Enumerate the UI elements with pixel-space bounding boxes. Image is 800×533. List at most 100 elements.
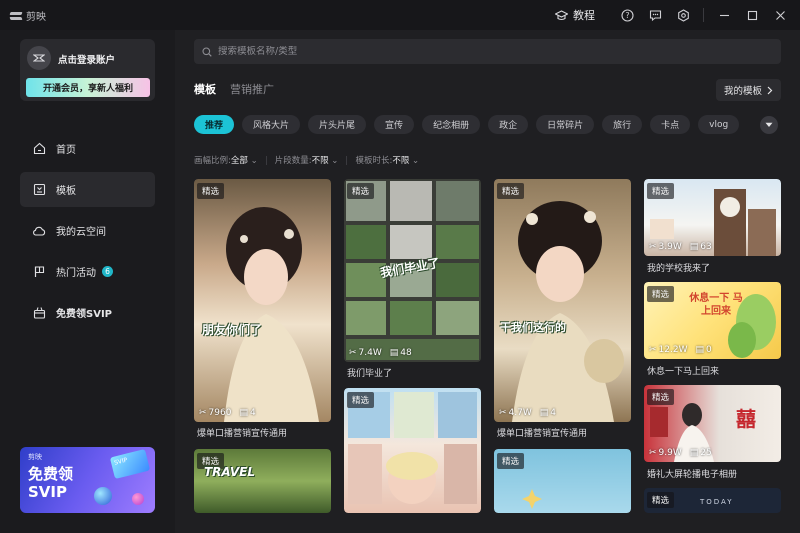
- tab-templates[interactable]: 模板: [194, 81, 216, 97]
- vip-banner-button[interactable]: 开通会员，享新人福利: [26, 78, 150, 97]
- sidebar-item-free-svip[interactable]: 免费领SVIP: [20, 295, 155, 330]
- chevron-right-icon: [767, 86, 773, 94]
- chip-daily[interactable]: 日常碎片: [536, 115, 595, 134]
- filter-clip-count[interactable]: 片段数量:不限 ⌄: [275, 154, 339, 166]
- filter-aspect-ratio[interactable]: 画幅比例:全部 ⌄: [194, 154, 258, 166]
- card-stats: ✂ 7.4W ▤ 48: [349, 348, 412, 358]
- chip-recommended[interactable]: 推荐: [194, 115, 235, 134]
- cut-icon: ✂: [199, 408, 207, 418]
- more-categories-button[interactable]: [760, 116, 778, 134]
- card-stats: ✂ 3.9W ▤ 63: [649, 242, 712, 252]
- gear-icon: [677, 8, 689, 22]
- clip-count-icon: ▤: [389, 348, 399, 358]
- chip-vlog[interactable]: vlog: [698, 115, 740, 134]
- sidebar-item-templates[interactable]: 模板: [20, 172, 155, 207]
- sparkle-graphic: [522, 489, 542, 509]
- promo-title-line1: 免费领: [28, 465, 74, 483]
- titlebar-divider: [703, 8, 704, 22]
- template-thumbnail: 精选 ✂ 3.9W ▤ 63: [644, 179, 781, 256]
- cut-icon: ✂: [649, 448, 657, 458]
- feedback-button[interactable]: [641, 0, 669, 30]
- card-stats: ✂ 4.7W ▤ 4: [499, 408, 557, 418]
- thumbnail-caption: 干我们这行的: [500, 321, 566, 334]
- sidebar-item-cloud[interactable]: 我的云空间: [20, 213, 155, 248]
- login-link[interactable]: 点击登录账户: [58, 52, 115, 66]
- card-stats: ✂ 12.2W ▤ 0: [649, 345, 712, 355]
- clip-count-icon: ▤: [689, 448, 699, 458]
- flag-icon: [34, 266, 44, 277]
- template-card[interactable]: 精选 朋友你们了 ✂ 7960 ▤ 4 爆单口播营销宣传通用: [194, 179, 331, 439]
- template-thumbnail: 精选 TODAY: [644, 488, 781, 513]
- template-card[interactable]: 精选: [344, 388, 481, 513]
- avatar[interactable]: [27, 46, 51, 70]
- clip-count-icon: ▤: [539, 408, 549, 418]
- thumbnail-caption: 囍: [736, 407, 756, 431]
- tutorial-button[interactable]: 教程: [555, 7, 595, 23]
- promo-card-label: SVIP: [113, 456, 129, 467]
- close-button[interactable]: [766, 0, 794, 30]
- sidebar-item-home[interactable]: 首页: [20, 131, 155, 166]
- template-thumbnail: 精选: [494, 449, 631, 513]
- chip-promo[interactable]: 宣传: [374, 115, 415, 134]
- app-logo: 剪映: [10, 8, 46, 23]
- search-input[interactable]: [218, 46, 738, 57]
- template-card[interactable]: 精选 我们毕业了 ✂ 7.4W ▤ 48 我们毕业了: [344, 179, 481, 379]
- help-button[interactable]: ?: [613, 0, 641, 30]
- tab-marketing[interactable]: 营销推广: [230, 81, 274, 97]
- feedback-icon: [649, 9, 661, 21]
- template-card[interactable]: 精选 ✂ 3.9W ▤ 63 我的学校我来了: [644, 179, 781, 275]
- sidebar-item-label: 我的云空间: [56, 227, 106, 238]
- portrait-illustration: [224, 207, 319, 422]
- card-title: 婚礼大屏轮播电子相册: [647, 470, 738, 480]
- free-svip-promo-banner[interactable]: 剪映 免费领 SVIP SVIP: [20, 447, 155, 513]
- category-tabs: 模板 营销推广: [194, 81, 274, 97]
- sidebar-nav: 首页 模板 我的云空间 热门活动 6 免费领SVIP: [20, 131, 155, 336]
- template-card[interactable]: 精选 休息一下 马上回来 ✂ 12.2W ▤ 0 休息一下马上回来: [644, 282, 781, 378]
- settings-button[interactable]: [669, 0, 697, 30]
- featured-tag: 精选: [647, 492, 675, 508]
- graduation-cap-icon: [555, 9, 568, 20]
- chip-beat[interactable]: 卡点: [650, 115, 691, 134]
- template-thumbnail: 精选 囍 ✂ 9.9W ▤ 25: [644, 385, 781, 462]
- sidebar-item-events[interactable]: 热门活动 6: [20, 254, 155, 289]
- card-stats: ✂ 7960 ▤ 4: [199, 408, 256, 418]
- promo-title-line2: SVIP: [28, 483, 67, 501]
- template-card[interactable]: 精选 干我们这行的 ✂ 4.7W ▤ 4 爆单口播营销宣传通用: [494, 179, 631, 439]
- filter-bar: 画幅比例:全部 ⌄ 片段数量:不限 ⌄ 模板时长:不限 ⌄: [194, 154, 419, 166]
- chip-government[interactable]: 政企: [488, 115, 529, 134]
- featured-tag: 精选: [647, 389, 675, 405]
- chip-style[interactable]: 风格大片: [242, 115, 301, 134]
- my-templates-button[interactable]: 我的模板: [715, 79, 781, 101]
- svg-text:?: ?: [625, 11, 629, 20]
- app-name: 剪映: [26, 12, 46, 23]
- chip-travel[interactable]: 旅行: [602, 115, 643, 134]
- promo-brand: 剪映: [28, 453, 42, 461]
- minimize-button[interactable]: [710, 0, 738, 30]
- user-card: 点击登录账户 开通会员，享新人福利: [20, 39, 155, 101]
- template-thumbnail: 精选 干我们这行的 ✂ 4.7W ▤ 4: [494, 179, 631, 422]
- close-icon: [775, 10, 785, 20]
- chip-intro-outro[interactable]: 片头片尾: [308, 115, 367, 134]
- cut-icon: ✂: [649, 345, 657, 355]
- template-card[interactable]: 精选 TODAY: [644, 488, 781, 513]
- promo-ball-graphic: [132, 493, 144, 505]
- maximize-button[interactable]: [738, 0, 766, 30]
- events-count-badge: 6: [102, 266, 113, 277]
- portrait-illustration: [512, 201, 624, 422]
- svip-card-graphic: SVIP: [109, 448, 151, 480]
- card-stats: ✂ 9.9W ▤ 25: [649, 448, 712, 458]
- cloud-icon: [33, 226, 46, 236]
- chip-album[interactable]: 纪念相册: [422, 115, 481, 134]
- template-card[interactable]: 精选 TRAVEL: [194, 449, 331, 513]
- sidebar: 点击登录账户 开通会员，享新人福利 首页 模板 我的云空间 热门活动 6 免费领…: [0, 30, 175, 533]
- clip-count-icon: ▤: [695, 345, 705, 355]
- template-card[interactable]: 精选: [494, 449, 631, 513]
- filter-duration[interactable]: 模板时长:不限 ⌄: [355, 154, 419, 166]
- template-card[interactable]: 精选 囍 ✂ 9.9W ▤ 25 婚礼大屏轮播电子相册: [644, 385, 781, 481]
- search-bar[interactable]: [194, 39, 781, 64]
- card-title: 我们毕业了: [347, 369, 393, 379]
- featured-tag: 精选: [647, 183, 675, 199]
- category-chips: 推荐 风格大片 片头片尾 宣传 纪念相册 政企 日常碎片 旅行 卡点 vlog: [194, 115, 740, 134]
- help-icon: ?: [620, 8, 634, 22]
- thumbnail-caption: TRAVEL: [204, 465, 256, 479]
